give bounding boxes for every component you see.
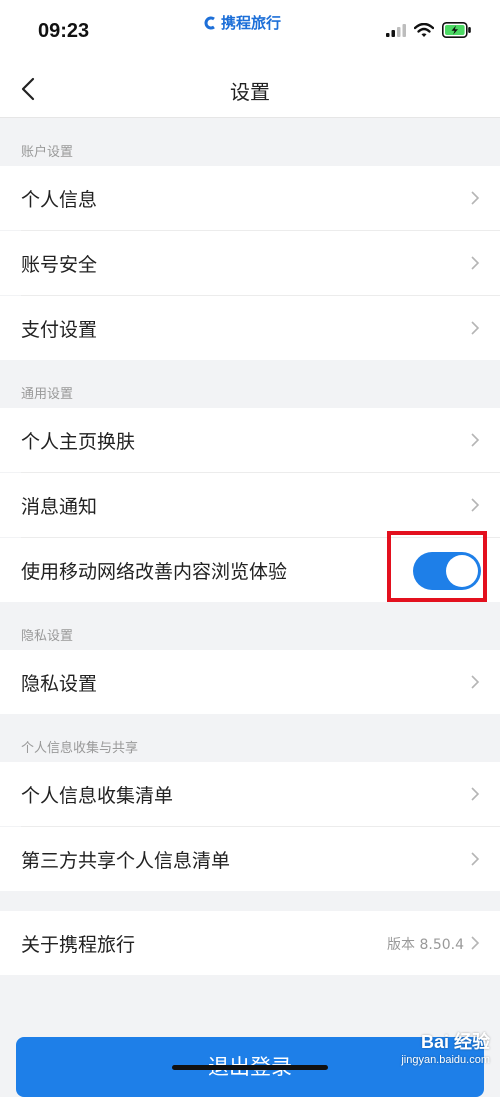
baidu-watermark: Bai 经验 jingyan.baidu.com <box>401 1028 490 1066</box>
wifi-icon <box>414 22 434 37</box>
settings-item-label: 个人信息收集清单 <box>21 785 174 807</box>
version-text: 版本 8.50.4 <box>387 937 464 953</box>
chevron-right-icon <box>471 498 480 512</box>
chevron-right-icon <box>471 433 480 447</box>
settings-item-label: 账号安全 <box>21 254 98 276</box>
watermark-url: jingyan.baidu.com <box>401 1054 490 1066</box>
brand-logo-icon <box>204 16 215 29</box>
chevron-right-icon <box>471 852 480 866</box>
chevron-right-icon <box>471 256 480 270</box>
settings-item-mobile-network: 使用移动网络改善内容浏览体验 <box>0 538 500 602</box>
section-header-account: 账户设置 <box>21 145 74 160</box>
toggle-knob <box>446 555 478 587</box>
page-title: 设置 <box>230 80 270 104</box>
settings-item-third-party-sharing[interactable]: 第三方共享个人信息清单 <box>0 827 500 891</box>
settings-item-privacy[interactable]: 隐私设置 <box>0 650 500 714</box>
chevron-right-icon <box>471 936 480 950</box>
settings-item-payment[interactable]: 支付设置 <box>0 296 500 360</box>
settings-item-info-collection[interactable]: 个人信息收集清单 <box>0 762 500 826</box>
settings-item-label: 第三方共享个人信息清单 <box>21 850 231 872</box>
nav-bar: 设置 <box>0 60 500 118</box>
chevron-right-icon <box>471 191 480 205</box>
battery-charging-icon <box>442 22 471 38</box>
settings-item-label: 使用移动网络改善内容浏览体验 <box>21 561 288 583</box>
settings-item-label: 隐私设置 <box>21 673 98 695</box>
settings-item-account-security[interactable]: 账号安全 <box>0 231 500 295</box>
settings-item-personal-info[interactable]: 个人信息 <box>0 166 500 230</box>
status-icons <box>386 22 472 38</box>
section-header-info: 个人信息收集与共享 <box>21 741 139 756</box>
brand-name: 携程旅行 <box>221 14 282 32</box>
settings-item-label: 个人信息 <box>21 189 98 211</box>
status-bar: 09:23 携程旅行 <box>0 0 500 60</box>
status-time: 09:23 <box>38 20 90 42</box>
cellular-signal-icon <box>386 24 406 37</box>
chevron-right-icon <box>471 321 480 335</box>
settings-item-skin[interactable]: 个人主页换肤 <box>0 408 500 472</box>
settings-item-label: 个人主页换肤 <box>21 431 136 453</box>
settings-item-label: 支付设置 <box>21 319 98 341</box>
chevron-right-icon <box>471 787 480 801</box>
mobile-network-toggle[interactable] <box>413 552 481 590</box>
home-indicator <box>172 1065 328 1070</box>
settings-item-label: 消息通知 <box>21 496 98 518</box>
watermark-logo-text: Bai 经验 <box>420 1032 490 1052</box>
status-brand: 携程旅行 <box>203 12 281 33</box>
settings-item-label: 关于携程旅行 <box>21 934 136 956</box>
settings-item-about[interactable]: 关于携程旅行 版本 8.50.4 <box>0 911 500 975</box>
section-header-privacy: 隐私设置 <box>21 629 74 644</box>
section-header-general: 通用设置 <box>21 387 74 402</box>
chevron-right-icon <box>471 675 480 689</box>
settings-item-notifications[interactable]: 消息通知 <box>0 473 500 537</box>
